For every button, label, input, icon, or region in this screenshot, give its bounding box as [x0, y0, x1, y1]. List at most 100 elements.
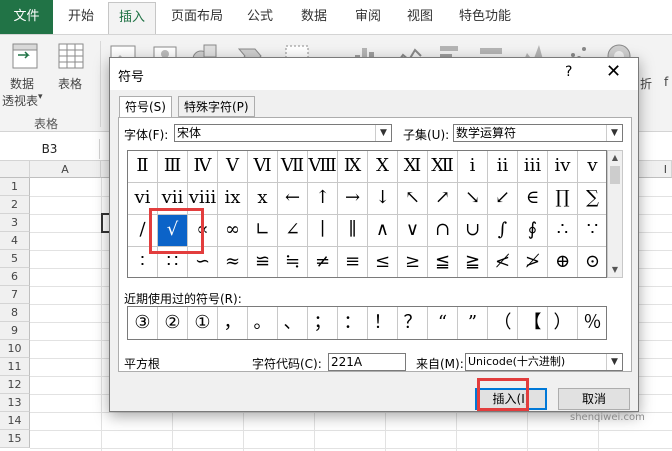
- symbol-cell[interactable]: ≒: [278, 247, 308, 277]
- recent-symbol-cell[interactable]: ？: [398, 307, 428, 339]
- tab-special-characters[interactable]: 特殊字符(P): [178, 96, 255, 117]
- symbol-cell[interactable]: ≧: [458, 247, 488, 277]
- symbol-cell[interactable]: Ⅳ: [188, 151, 218, 183]
- recent-symbol-cell[interactable]: ②: [158, 307, 188, 339]
- symbol-cell[interactable]: ≌: [248, 247, 278, 277]
- symbol-cell[interactable]: ∩: [428, 215, 458, 247]
- symbol-cell[interactable]: ∞: [218, 215, 248, 247]
- symbol-cell[interactable]: ↘: [458, 183, 488, 215]
- symbol-cell[interactable]: Ⅲ: [158, 151, 188, 183]
- symbol-cell[interactable]: ∪: [458, 215, 488, 247]
- symbol-cell[interactable]: ↙: [488, 183, 518, 215]
- symbol-cell[interactable]: →: [338, 183, 368, 215]
- recent-symbols[interactable]: ③ ② ①，。、；：！？ “” （【）％: [127, 306, 607, 340]
- symbol-cell[interactable]: ⅶ: [158, 183, 188, 215]
- char-code-input[interactable]: 221A: [328, 353, 406, 371]
- symbol-cell[interactable]: ∈: [518, 183, 548, 215]
- symbol-grid[interactable]: Ⅱ Ⅲ Ⅳ Ⅴ Ⅵ Ⅶ Ⅷ Ⅸ Ⅹ Ⅺ Ⅻⅰ ⅱ ⅲ ⅳ ⅴ ⅵ ⅶ ⅷ ⅸ ⅹ ← ↑ → ↓ ↖ ↗ ↘ ↙ ∈ ∏ ∑ ∕ √ ∝ ∞ ∟ ∠ ∣ ∥…: [127, 150, 607, 278]
- pivot-dropdown-icon[interactable]: ▾: [38, 92, 43, 102]
- row-header[interactable]: 11: [0, 358, 30, 376]
- symbol-cell[interactable]: ↗: [428, 183, 458, 215]
- chevron-down-icon[interactable]: ▼: [606, 125, 622, 141]
- symbol-cell[interactable]: ∕: [128, 215, 158, 247]
- symbol-cell[interactable]: Ⅶ: [278, 151, 308, 183]
- symbol-cell[interactable]: ≈: [218, 247, 248, 277]
- symbol-cell[interactable]: ∝: [188, 215, 218, 247]
- row-header[interactable]: 8: [0, 304, 30, 322]
- row-header[interactable]: 9: [0, 322, 30, 340]
- symbol-cell[interactable]: Ⅹ: [368, 151, 398, 183]
- symbol-cell[interactable]: ≠: [308, 247, 338, 277]
- symbol-cell[interactable]: ⅳ: [548, 151, 578, 183]
- symbol-cell[interactable]: Ⅴ: [218, 151, 248, 183]
- symbol-cell[interactable]: ∏: [548, 183, 578, 215]
- recent-symbol-cell[interactable]: ％: [578, 307, 606, 339]
- symbol-cell[interactable]: ∠: [278, 215, 308, 247]
- recent-symbol-cell[interactable]: ）: [548, 307, 578, 339]
- chevron-down-icon[interactable]: ▼: [606, 354, 622, 370]
- symbol-cell[interactable]: ⅹ: [248, 183, 278, 215]
- recent-symbol-cell[interactable]: （: [488, 307, 518, 339]
- symbol-cell[interactable]: ≡: [338, 247, 368, 277]
- pivot-table-label-1[interactable]: 数据: [10, 75, 34, 92]
- symbol-cell[interactable]: ∮: [518, 215, 548, 247]
- symbol-cell[interactable]: ∶: [128, 247, 158, 277]
- row-header[interactable]: 12: [0, 376, 30, 394]
- chevron-down-icon[interactable]: ▼: [375, 125, 391, 141]
- symbol-cell[interactable]: ⊙: [578, 247, 606, 277]
- column-header[interactable]: A: [30, 161, 101, 178]
- tab-page-layout[interactable]: 页面布局: [164, 0, 230, 34]
- recent-symbol-cell[interactable]: 【: [518, 307, 548, 339]
- symbol-cell[interactable]: ≯: [518, 247, 548, 277]
- help-button[interactable]: ?: [565, 64, 572, 80]
- recent-symbol-cell[interactable]: 。: [248, 307, 278, 339]
- symbol-cell[interactable]: Ⅵ: [248, 151, 278, 183]
- symbol-cell[interactable]: ∽: [188, 247, 218, 277]
- pivot-table-icon[interactable]: [10, 41, 40, 71]
- close-icon[interactable]: ✕: [606, 61, 621, 82]
- symbol-cell[interactable]: ⅲ: [518, 151, 548, 183]
- symbol-cell[interactable]: ∣: [308, 215, 338, 247]
- tab-symbols[interactable]: 符号(S): [119, 96, 172, 118]
- symbol-cell[interactable]: ≦: [428, 247, 458, 277]
- scroll-thumb[interactable]: [610, 166, 620, 184]
- symbol-cell[interactable]: ≤: [368, 247, 398, 277]
- symbol-cell[interactable]: Ⅻ: [428, 151, 458, 183]
- row-header[interactable]: 14: [0, 412, 30, 430]
- symbol-cell[interactable]: ≮: [488, 247, 518, 277]
- symbol-cell[interactable]: ∴: [548, 215, 578, 247]
- symbol-cell[interactable]: Ⅸ: [338, 151, 368, 183]
- recent-symbol-cell[interactable]: ①: [188, 307, 218, 339]
- symbol-cell[interactable]: ∵: [578, 215, 606, 247]
- symbol-cell[interactable]: ∟: [248, 215, 278, 247]
- recent-symbol-cell[interactable]: “: [428, 307, 458, 339]
- scroll-down-icon[interactable]: ▼: [608, 263, 622, 277]
- symbol-cell[interactable]: ∧: [368, 215, 398, 247]
- symbol-cell[interactable]: ↑: [308, 183, 338, 215]
- tab-review[interactable]: 审阅: [346, 0, 390, 34]
- row-header[interactable]: 2: [0, 196, 30, 214]
- row-header[interactable]: 6: [0, 268, 30, 286]
- row-header[interactable]: 5: [0, 250, 30, 268]
- tab-file[interactable]: 文件: [0, 0, 53, 34]
- symbol-cell[interactable]: ⊕: [548, 247, 578, 277]
- tab-insert[interactable]: 插入: [108, 2, 156, 34]
- dialog-title-bar[interactable]: 符号 ? ✕: [110, 58, 638, 90]
- row-header[interactable]: 10: [0, 340, 30, 358]
- name-box[interactable]: B3: [0, 139, 100, 159]
- symbol-cell[interactable]: Ⅷ: [308, 151, 338, 183]
- symbol-cell[interactable]: ⅰ: [458, 151, 488, 183]
- row-header[interactable]: 4: [0, 232, 30, 250]
- table-icon[interactable]: [56, 41, 86, 71]
- row-header[interactable]: 15: [0, 430, 30, 448]
- recent-symbol-cell[interactable]: ，: [218, 307, 248, 339]
- tab-formulas[interactable]: 公式: [238, 0, 282, 34]
- recent-symbol-cell[interactable]: ”: [458, 307, 488, 339]
- tab-special-features[interactable]: 特色功能: [452, 0, 518, 34]
- cancel-button[interactable]: 取消: [558, 388, 630, 410]
- symbol-cell[interactable]: ∥: [338, 215, 368, 247]
- recent-symbol-cell[interactable]: ③: [128, 307, 158, 339]
- symbol-cell-selected[interactable]: √: [158, 215, 188, 247]
- symbol-cell[interactable]: ↖: [398, 183, 428, 215]
- scroll-up-icon[interactable]: ▲: [608, 151, 622, 165]
